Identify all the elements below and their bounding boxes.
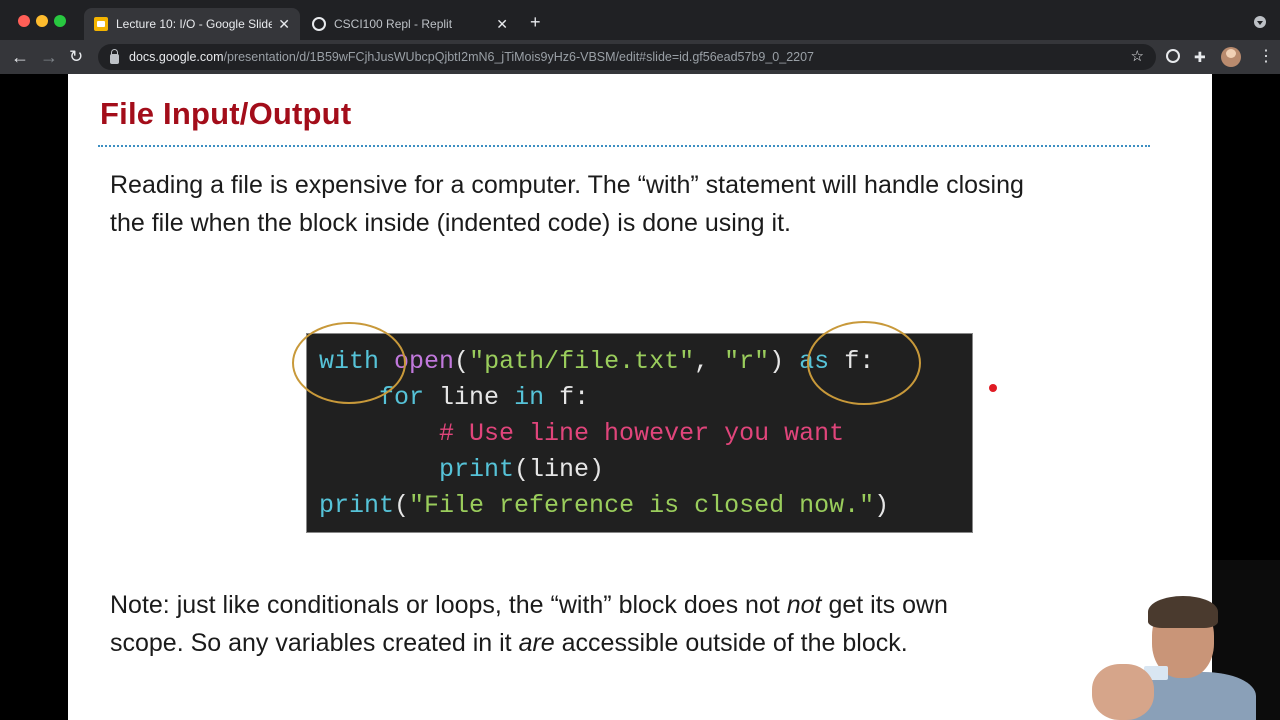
code-string: "File reference is closed now."	[409, 491, 875, 520]
browser-toolbar: ← → ↻ docs.google.com /presentation/d/1B…	[0, 40, 1280, 74]
replit-icon	[312, 17, 326, 31]
url-host: docs.google.com	[129, 50, 224, 64]
intro-line-1: Reading a file is expensive for a comput…	[110, 171, 1024, 199]
code-text-span: (line)	[514, 455, 605, 484]
annotation-circle-as	[807, 321, 921, 405]
bookmark-star-icon[interactable]: ☆	[1131, 47, 1144, 65]
code-comment: # Use line however you want	[439, 419, 845, 448]
new-tab-button[interactable]: +	[530, 12, 541, 33]
more-menu-icon[interactable]: ⋮	[1258, 48, 1274, 66]
presenter-hair	[1148, 596, 1218, 628]
lock-icon[interactable]	[110, 48, 119, 64]
back-arrow-icon[interactable]: ←	[11, 46, 29, 68]
code-keyword: in	[514, 383, 545, 412]
note-line-2: scope. So any variables created in it ar…	[110, 624, 1200, 662]
code-function: print	[439, 455, 515, 484]
presenter-hand	[1092, 664, 1154, 720]
extension-icon[interactable]	[1166, 49, 1180, 63]
minimize-window-button[interactable]	[36, 15, 48, 27]
reload-icon[interactable]: ↻	[69, 46, 83, 68]
note-emphasis: not	[786, 591, 822, 619]
close-tab-icon[interactable]: ✕	[496, 16, 508, 33]
note-emphasis: are	[518, 629, 555, 657]
presenter-webcam	[1082, 560, 1280, 720]
note-text: scope. So any variables created in it	[110, 629, 519, 657]
note-text: Note: just like conditionals or loops, t…	[110, 591, 787, 619]
note-line-1: Note: just like conditionals or loops, t…	[110, 586, 1200, 624]
profile-avatar[interactable]	[1221, 47, 1241, 67]
extensions-puzzle-icon[interactable]: ✚	[1194, 49, 1206, 66]
maximize-window-button[interactable]	[54, 15, 66, 27]
code-string: "path/file.txt"	[469, 347, 695, 376]
note-text: accessible outside of the block.	[554, 629, 908, 657]
note-text: get its own	[821, 591, 948, 619]
laser-pointer-dot	[989, 384, 997, 392]
tab-search-icon[interactable]	[1254, 16, 1266, 28]
tab-replit[interactable]: CSCI100 Repl - Replit ✕	[302, 8, 518, 40]
code-punct: )	[769, 347, 785, 376]
code-text-span: f:	[559, 383, 590, 412]
url-path: /presentation/d/1B59wFCjhJusWUbcpQjbtI2m…	[223, 50, 815, 64]
tab-title: Lecture 10: I/O - Google Slides	[116, 17, 273, 31]
tab-title: CSCI100 Repl - Replit	[334, 17, 453, 31]
code-punct: (	[454, 347, 470, 376]
address-bar[interactable]: docs.google.com /presentation/d/1B59wFCj…	[98, 44, 1156, 70]
code-string: "r"	[724, 347, 770, 376]
browser-tab-bar: Lecture 10: I/O - Google Slides ✕ CSCI10…	[0, 0, 1280, 40]
forward-arrow-icon[interactable]: →	[40, 46, 58, 68]
intro-line-2: the file when the block inside (indented…	[110, 209, 791, 237]
google-slides-icon	[94, 17, 108, 31]
code-punct: )	[874, 491, 890, 520]
slide-title: File Input/Output	[100, 96, 352, 131]
annotation-circle-with	[292, 322, 406, 404]
slide-canvas: File Input/Output Reading a file is expe…	[68, 74, 1212, 720]
intro-paragraph: Reading a file is expensive for a comput…	[110, 166, 1200, 242]
code-text-span: line	[439, 383, 500, 412]
close-window-button[interactable]	[18, 15, 30, 27]
tab-google-slides[interactable]: Lecture 10: I/O - Google Slides ✕	[84, 8, 300, 40]
code-punct: ,	[694, 347, 725, 376]
close-tab-icon[interactable]: ✕	[278, 16, 290, 33]
code-function: print	[319, 491, 395, 520]
note-paragraph: Note: just like conditionals or loops, t…	[110, 586, 1200, 662]
code-punct: (	[394, 491, 410, 520]
title-divider	[98, 145, 1150, 147]
